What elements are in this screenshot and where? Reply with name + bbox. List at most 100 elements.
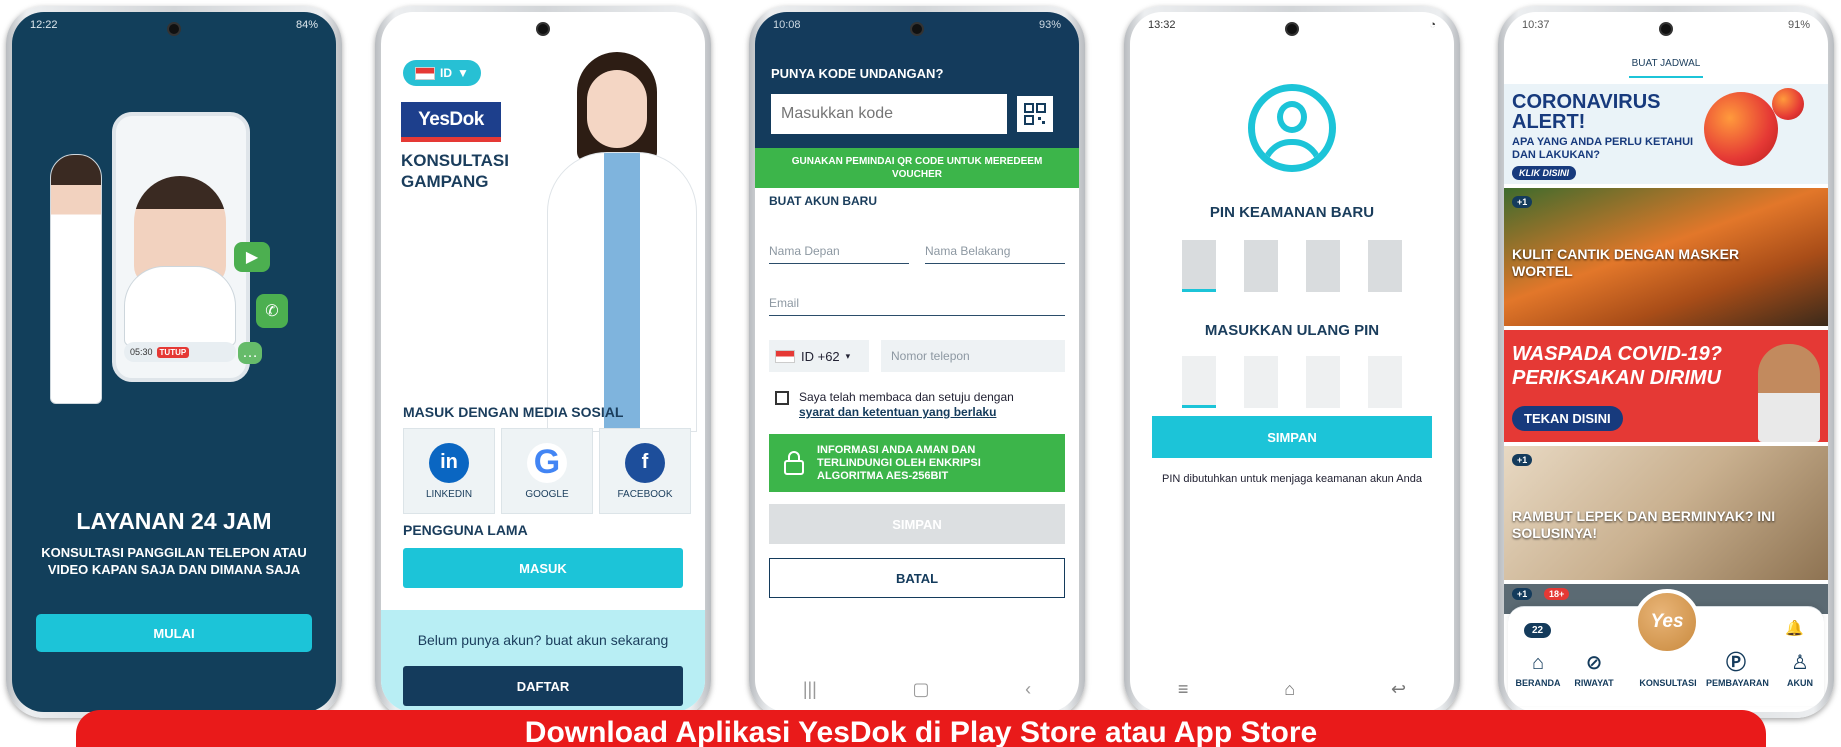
- linkedin-login-button[interactable]: in LINKEDIN: [403, 428, 495, 514]
- schedule-tab[interactable]: BUAT JADWAL: [1504, 58, 1828, 78]
- back-icon[interactable]: ‹: [1025, 679, 1031, 700]
- click-here-button[interactable]: KLIK DISINI: [1512, 166, 1577, 180]
- register-button[interactable]: DAFTAR: [403, 666, 683, 706]
- coronavirus-alert-subtitle: APA YANG ANDA PERLU KETAHUI DAN LAKUKAN?: [1512, 136, 1694, 161]
- security-info-text: INFORMASI ANDA AMAN DAN TERLINDUNGI OLEH…: [817, 443, 981, 482]
- terms-agreement: Saya telah membaca dan setuju dengan sya…: [775, 390, 1065, 420]
- chevron-down-icon: ▼: [457, 66, 469, 80]
- virus-icon: [1704, 92, 1778, 166]
- confirm-pin-digit-2[interactable]: [1244, 356, 1278, 408]
- camera-icon: [536, 22, 550, 36]
- status-time: 10:37: [1522, 19, 1550, 31]
- first-name-field[interactable]: Nama Depan: [769, 242, 909, 264]
- points-badge[interactable]: 22: [1524, 623, 1552, 638]
- coronavirus-alert-card[interactable]: CORONAVIRUS ALERT! APA YANG ANDA PERLU K…: [1504, 84, 1828, 184]
- signup-prompt: Belum punya akun? buat akun sekarang: [417, 632, 669, 648]
- login-button[interactable]: MASUK: [403, 548, 683, 588]
- tab-konsultasi[interactable]: KONSULTASI: [1638, 651, 1698, 688]
- camera-icon: [910, 22, 924, 36]
- terms-text: Saya telah membaca dan setuju dengan sya…: [799, 390, 1014, 420]
- pin-digit-2[interactable]: [1244, 240, 1278, 292]
- history-icon: ⊘: [1585, 652, 1603, 674]
- payment-icon: Ⓟ: [1726, 652, 1746, 674]
- cancel-button[interactable]: BATAL: [769, 558, 1065, 598]
- pin-digit-4[interactable]: [1368, 240, 1402, 292]
- app-showcase: 12:22 84% 05:30 TUTUP ▶ ✆ … LAYANAN 24 J…: [0, 0, 1841, 747]
- linkedin-label: LINKEDIN: [425, 488, 473, 500]
- invite-code-input[interactable]: [771, 94, 1007, 134]
- signup-section: Belum punya akun? buat akun sekarang DAF…: [381, 610, 705, 712]
- consult-yes-button[interactable]: Yes: [1634, 589, 1700, 655]
- article-badge: +1: [1512, 454, 1533, 466]
- article-badge: +1: [1512, 196, 1533, 208]
- phone-login: ID ▼ YesDok KONSULTASI GAMPANG MASUK DEN…: [375, 6, 711, 718]
- doctor-illustration-male: [50, 154, 102, 404]
- virus-icon-small: [1772, 88, 1804, 120]
- home-nav-icon[interactable]: ▢: [912, 679, 929, 700]
- article-card-carrot[interactable]: +1 KULIT CANTIK DENGAN MASKER WORTEL: [1504, 188, 1828, 326]
- country-code-select[interactable]: ID +62 ▾: [769, 340, 869, 372]
- tab-beranda[interactable]: ⌂ BERANDA: [1508, 651, 1568, 688]
- wifi-icon: ◔: [1429, 19, 1436, 31]
- welcome-title: LAYANAN 24 JAM: [76, 508, 272, 534]
- language-selector[interactable]: ID ▼: [403, 60, 481, 86]
- system-nav-bar: ≡ ⌂ ↩: [1130, 679, 1454, 700]
- confirm-pin-digit-1[interactable]: [1182, 356, 1216, 408]
- call-end-label: TUTUP: [156, 346, 190, 358]
- status-battery: 84%: [295, 19, 318, 31]
- bottom-tab-bar: 22 🔔 Yes ⌂ BERANDA ⊘ RIWAYAT KONSULTASI …: [1508, 589, 1824, 706]
- status-time: 13:32: [1148, 19, 1176, 31]
- coronavirus-alert-title: CORONAVIRUS ALERT!: [1512, 91, 1661, 133]
- article-card-hair[interactable]: +1 RAMBUT LEPEK DAN BERMINYAK? INI SOLUS…: [1504, 446, 1828, 580]
- facebook-login-button[interactable]: f FACEBOOK: [599, 428, 691, 514]
- last-name-field[interactable]: Nama Belakang: [925, 242, 1065, 264]
- terms-link[interactable]: syarat dan ketentuan yang berlaku: [799, 405, 996, 419]
- call-bar: 05:30 TUTUP: [124, 342, 236, 362]
- phone-register: 10:08 93% PUNYA KODE UNDANGAN? GUNAKAN P…: [749, 6, 1085, 718]
- google-login-button[interactable]: G GOOGLE: [501, 428, 593, 514]
- avatar-head: [1277, 101, 1307, 133]
- video-icon: ▶: [234, 242, 270, 272]
- confirm-pin-digit-4[interactable]: [1368, 356, 1402, 408]
- tab-label: KONSULTASI: [1639, 678, 1697, 688]
- recent-apps-icon[interactable]: |||: [803, 679, 817, 700]
- video-call-illustration: 05:30 TUTUP: [112, 112, 250, 382]
- tab-label: AKUN: [1787, 678, 1813, 688]
- back-icon[interactable]: ↩: [1391, 679, 1406, 700]
- pin-note: PIN dibutuhkan untuk menjaga keamanan ak…: [1162, 473, 1422, 485]
- confirm-pin-digit-3[interactable]: [1306, 356, 1340, 408]
- new-pin-inputs: [1182, 240, 1402, 292]
- home-nav-icon[interactable]: ⌂: [1284, 679, 1295, 700]
- invite-code-section: 10:08 93% PUNYA KODE UNDANGAN? GUNAKAN P…: [755, 12, 1079, 188]
- tab-akun[interactable]: ♙ AKUN: [1770, 651, 1828, 688]
- save-pin-button[interactable]: SIMPAN: [1152, 416, 1432, 458]
- security-info: INFORMASI ANDA AMAN DAN TERLINDUNGI OLEH…: [769, 434, 1065, 492]
- menu-icon[interactable]: ≡: [1178, 679, 1189, 700]
- doctor-face: [587, 70, 647, 148]
- download-banner: Download Aplikasi YesDok di Play Store a…: [76, 710, 1766, 747]
- save-button[interactable]: SIMPAN: [769, 504, 1065, 544]
- qr-notice: GUNAKAN PEMINDAI QR CODE UNTUK MEREDEEM …: [755, 148, 1079, 188]
- facebook-label: FACEBOOK: [617, 488, 673, 500]
- tab-pembayaran[interactable]: Ⓟ PEMBAYARAN: [1706, 651, 1769, 688]
- phone-number-field[interactable]: Nomor telepon: [881, 340, 1065, 372]
- email-field[interactable]: Email: [769, 294, 1065, 316]
- covid-check-card[interactable]: WASPADA COVID-19? PERIKSAKAN DIRIMU TEKA…: [1504, 330, 1828, 442]
- system-nav-bar: ||| ▢ ‹: [755, 679, 1079, 700]
- doctor-coat-illustration: [124, 266, 236, 346]
- pin-digit-3[interactable]: [1306, 240, 1340, 292]
- article-title: KULIT CANTIK DENGAN MASKER WORTEL: [1512, 246, 1740, 279]
- bell-icon[interactable]: 🔔: [1785, 619, 1804, 637]
- tab-riwayat[interactable]: ⊘ RIWAYAT: [1564, 651, 1624, 688]
- google-icon: G: [527, 442, 567, 483]
- start-button[interactable]: MULAI: [36, 614, 312, 652]
- linkedin-icon: in: [429, 442, 469, 483]
- status-time: 12:22: [30, 19, 58, 31]
- pin-digit-1[interactable]: [1182, 240, 1216, 292]
- qr-scan-button[interactable]: [1015, 94, 1055, 134]
- press-here-button[interactable]: TEKAN DISINI: [1512, 406, 1623, 431]
- indonesia-flag-icon: [415, 66, 436, 80]
- chevron-down-icon: ▾: [845, 350, 851, 361]
- terms-checkbox[interactable]: [775, 391, 789, 405]
- camera-icon: [1659, 22, 1673, 36]
